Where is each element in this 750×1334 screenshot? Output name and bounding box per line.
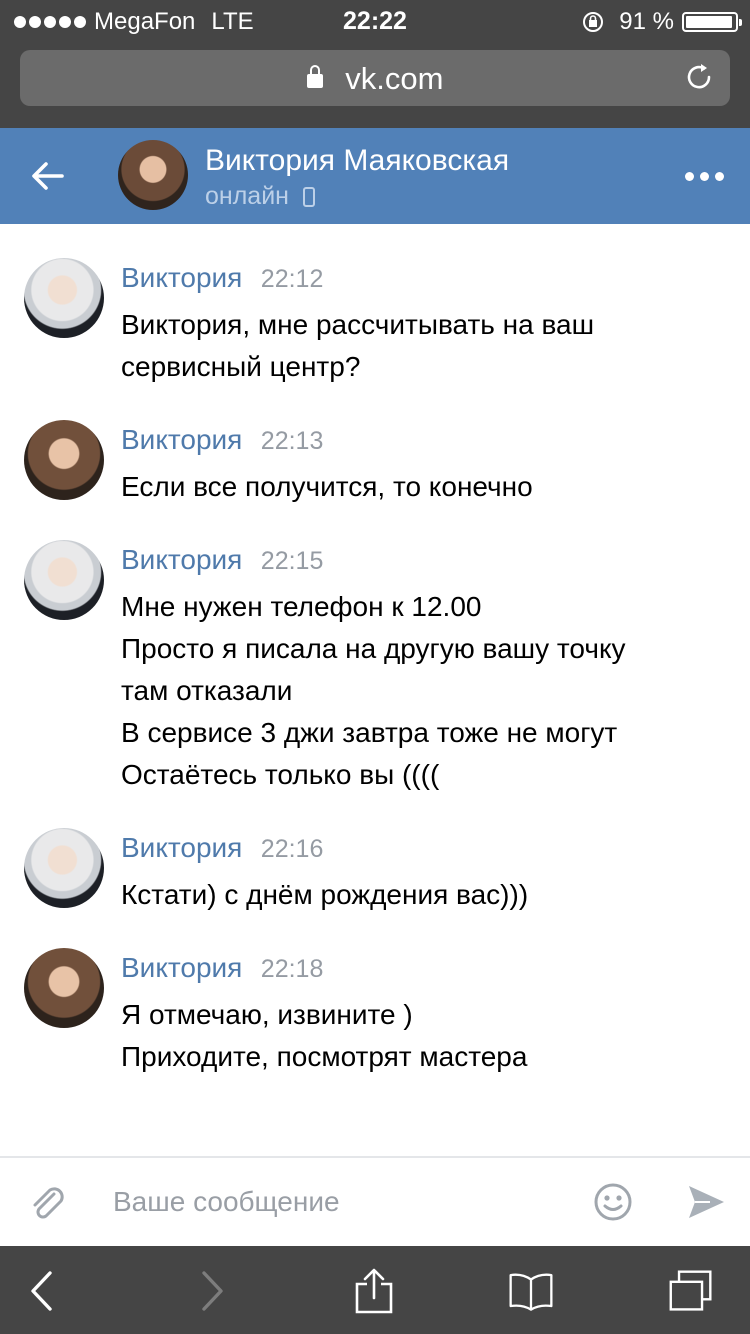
message-meta: Виктория 22:13 [121, 424, 323, 456]
message-line: В сервисе 3 джи завтра тоже не могут [121, 717, 618, 748]
battery-percent: 91 % [619, 8, 674, 35]
battery-icon [682, 12, 742, 32]
message-composer: Ваше сообщение [0, 1156, 750, 1246]
status-right: 91 % [581, 8, 742, 36]
message-line: Виктория, мне рассчитывать на ваш [121, 309, 595, 340]
send-icon[interactable] [686, 1182, 726, 1222]
message-line: Остаётесь только вы (((( [121, 759, 440, 790]
message-meta: Виктория 22:18 [121, 952, 323, 984]
message-text: Если все получится, то конечно [121, 466, 533, 508]
online-status-text: онлайн [205, 182, 289, 210]
message-meta: Виктория 22:15 [121, 544, 323, 576]
reload-icon[interactable] [682, 60, 716, 94]
safari-back-icon[interactable] [20, 1268, 66, 1314]
message-line: сервисный центр? [121, 351, 361, 382]
url-text: vk.com [345, 61, 444, 96]
message-text: Кстати) с днём рождения вас))) [121, 874, 528, 916]
message-meta: Виктория 22:12 [121, 262, 323, 294]
tabs-icon[interactable] [668, 1268, 714, 1314]
avatar[interactable] [24, 258, 104, 338]
phone-icon [302, 186, 315, 207]
share-icon[interactable] [351, 1268, 397, 1314]
message-time: 22:15 [260, 547, 324, 575]
message-line: Приходите, посмотрят мастера [121, 1041, 528, 1072]
message-time: 22:12 [260, 265, 324, 293]
back-arrow-icon[interactable] [28, 156, 68, 196]
message-text: Мне нужен телефон к 12.00 Просто я писал… [121, 586, 626, 796]
safari-forward-icon[interactable] [188, 1268, 234, 1314]
more-icon[interactable] [685, 172, 724, 181]
message-meta: Виктория 22:16 [121, 832, 323, 864]
avatar[interactable] [118, 140, 188, 210]
message-time: 22:16 [260, 835, 324, 863]
status-bar: MegaFon LTE 22:22 91 % [0, 0, 750, 40]
contact-name[interactable]: Виктория Маяковская [205, 144, 509, 178]
rotation-lock-icon [583, 12, 604, 32]
message-author[interactable]: Виктория [121, 952, 242, 983]
avatar[interactable] [24, 948, 104, 1028]
message-line: Кстати) с днём рождения вас))) [121, 879, 529, 910]
browser-chrome: MegaFon LTE 22:22 91 % vk.com [0, 0, 750, 128]
message-line: Если все получится, то конечно [121, 471, 533, 502]
chat-header: Виктория Маяковская онлайн [0, 128, 750, 224]
message-line: Мне нужен телефон к 12.00 [121, 591, 482, 622]
message-author[interactable]: Виктория [121, 544, 242, 575]
bookmarks-icon[interactable] [508, 1268, 554, 1314]
message-text: Я отмечаю, извините ) Приходите, посмотр… [121, 994, 527, 1078]
message-time: 22:13 [260, 427, 324, 455]
message-text: Виктория, мне рассчитывать на ваш сервис… [121, 304, 594, 388]
avatar[interactable] [24, 420, 104, 500]
message-author[interactable]: Виктория [121, 832, 242, 863]
message-input[interactable]: Ваше сообщение [113, 1186, 340, 1218]
avatar[interactable] [24, 540, 104, 620]
message-line: Я отмечаю, извините ) [121, 999, 413, 1030]
attach-icon[interactable] [24, 1180, 68, 1224]
browser-toolbar [0, 1246, 750, 1334]
message-time: 22:18 [260, 955, 324, 983]
avatar[interactable] [24, 828, 104, 908]
message-author[interactable]: Виктория [121, 262, 242, 293]
message-line: Просто я писала на другую вашу точку [121, 633, 626, 664]
url-container: vk.com [20, 61, 730, 97]
message-list: Виктория 22:12 Виктория, мне рассчитыват… [0, 224, 750, 1156]
smile-icon[interactable] [593, 1182, 633, 1222]
address-bar[interactable]: vk.com [20, 50, 730, 106]
lock-icon [306, 65, 323, 88]
message-author[interactable]: Виктория [121, 424, 242, 455]
message-line: там отказали [121, 675, 293, 706]
online-status: онлайн [205, 182, 315, 211]
